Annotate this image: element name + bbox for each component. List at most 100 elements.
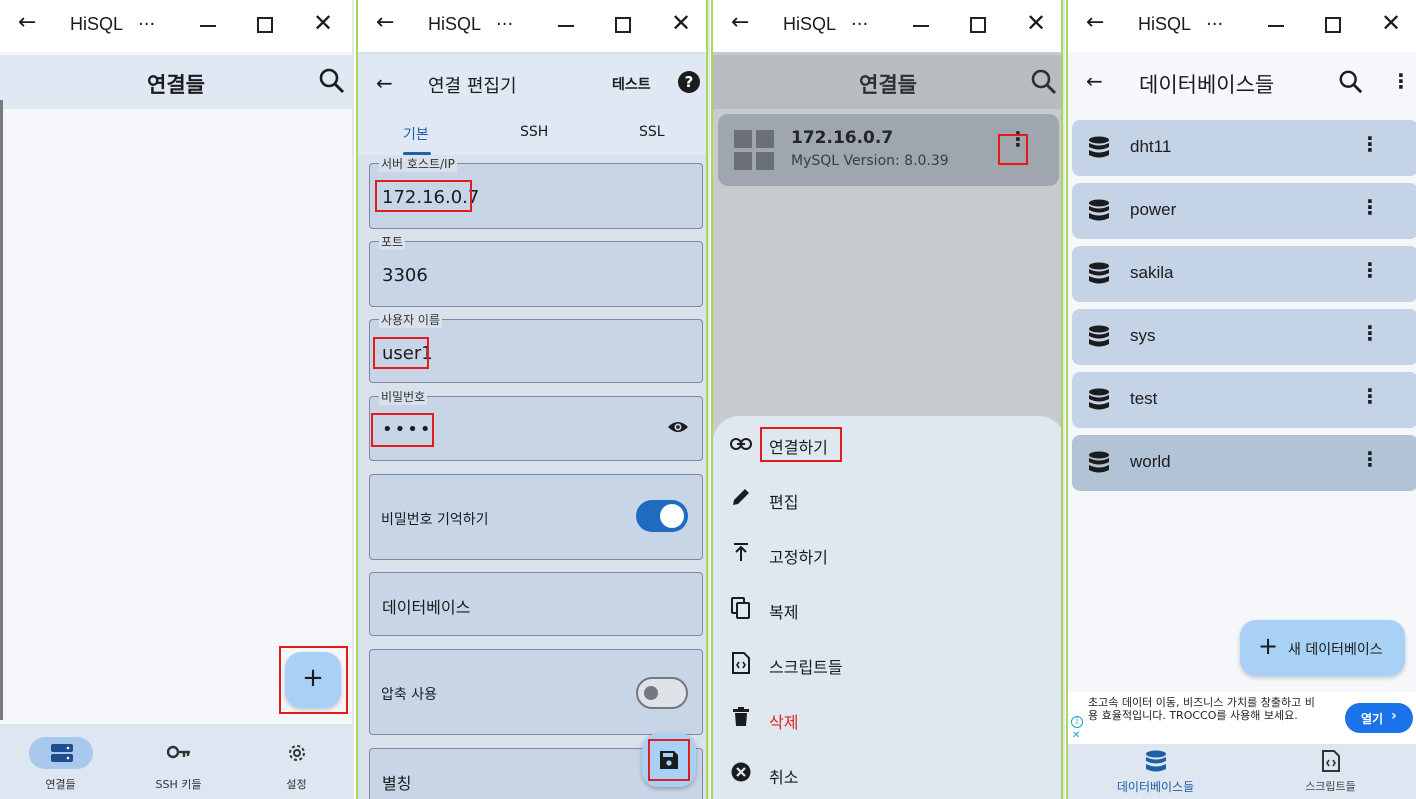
tab-ssl[interactable]: SSL <box>639 124 665 140</box>
port-field[interactable]: 포트 3306 <box>369 233 703 307</box>
help-icon[interactable]: ? <box>678 71 700 93</box>
database-name: test <box>1130 389 1158 408</box>
bottom-navigation: 연결들 SSH 키들 설정 <box>0 724 352 799</box>
database-item[interactable]: test ⋮ <box>1072 372 1416 428</box>
menu-item-delete[interactable]: 삭제 <box>713 693 1061 748</box>
close-icon[interactable]: ✕ <box>1026 9 1046 37</box>
back-icon[interactable]: ← <box>18 10 36 35</box>
database-icon <box>1145 750 1167 778</box>
close-icon[interactable]: ✕ <box>1381 9 1401 37</box>
compression-row: 압축 사용 <box>369 649 703 735</box>
remember-password-toggle[interactable] <box>636 500 688 532</box>
nav-item-ssh-keys[interactable]: SSH 키들 <box>120 724 237 799</box>
more-vert-icon[interactable]: ⋮ <box>1360 447 1380 471</box>
menu-item-cancel[interactable]: 취소 <box>713 748 1061 799</box>
database-label: 데이터베이스 <box>382 598 471 617</box>
field-label: 비밀번호 <box>379 388 428 405</box>
window-titlebar: ← HiSQL ··· ✕ <box>1068 0 1416 52</box>
menu-item-duplicate[interactable]: 복제 <box>713 583 1061 638</box>
more-icon[interactable]: ··· <box>851 14 868 35</box>
nav-item-connections[interactable]: 연결들 <box>2 724 119 799</box>
more-vert-icon[interactable]: ⋮ <box>1360 258 1380 282</box>
minimize-icon[interactable] <box>200 25 216 27</box>
info-icon[interactable]: i <box>1071 716 1083 728</box>
field-label: 서버 호스트/IP <box>379 155 457 172</box>
minimize-icon[interactable] <box>913 25 929 27</box>
fab-label: 새 데이터베이스 <box>1288 642 1383 658</box>
back-icon[interactable]: ← <box>1086 10 1104 35</box>
more-vert-icon[interactable]: ⋮ <box>1360 132 1380 156</box>
minimize-icon[interactable] <box>1268 25 1284 27</box>
database-item[interactable]: world ⋮ <box>1072 435 1416 491</box>
close-icon[interactable]: ✕ <box>313 9 333 37</box>
more-vert-icon[interactable]: ⋮ <box>1391 69 1411 93</box>
nav-item-settings[interactable]: 설정 <box>238 724 352 799</box>
gear-icon <box>286 742 308 768</box>
search-icon[interactable] <box>318 67 346 99</box>
maximize-icon[interactable] <box>615 17 631 33</box>
highlight-box <box>373 337 429 369</box>
maximize-icon[interactable] <box>970 17 986 33</box>
ad-close-icon[interactable]: ✕ <box>1072 730 1080 741</box>
window-title: HiSQL <box>428 14 482 34</box>
highlight-box <box>279 646 348 714</box>
maximize-icon[interactable] <box>257 17 273 33</box>
page-title: 연결들 <box>859 73 917 97</box>
database-item[interactable]: dht11 ⋮ <box>1072 120 1416 176</box>
menu-item-scripts[interactable]: 스크립트들 <box>713 638 1061 693</box>
page-title: 연결들 <box>147 73 205 97</box>
window-title: HiSQL <box>70 14 124 34</box>
copy-icon <box>729 597 753 621</box>
divider <box>708 0 710 799</box>
nav-item-scripts[interactable]: 스크립트들 <box>1243 744 1416 799</box>
database-field[interactable]: 데이터베이스 <box>369 572 703 636</box>
pencil-icon <box>729 487 753 511</box>
maximize-icon[interactable] <box>1325 17 1341 33</box>
nav-label: 스크립트들 <box>1305 780 1356 793</box>
back-icon[interactable]: ← <box>376 10 394 35</box>
more-icon[interactable]: ··· <box>496 14 513 35</box>
search-icon[interactable] <box>1030 68 1058 100</box>
more-vert-icon[interactable]: ⋮ <box>1360 321 1380 345</box>
eye-icon[interactable] <box>667 419 689 439</box>
ad-open-button[interactable]: 열기 › <box>1345 703 1413 733</box>
toggle-knob <box>660 504 684 528</box>
database-icon <box>1088 388 1110 416</box>
new-database-fab[interactable]: + 새 데이터베이스 <box>1240 620 1405 676</box>
menu-label-delete: 삭제 <box>769 713 799 732</box>
more-icon[interactable]: ··· <box>1206 14 1223 35</box>
database-name: dht11 <box>1130 137 1172 156</box>
database-name: sys <box>1130 326 1156 345</box>
menu-item-edit[interactable]: 편집 <box>713 473 1061 528</box>
menu-item-pin[interactable]: 고정하기 <box>713 528 1061 583</box>
search-icon[interactable] <box>1338 69 1364 99</box>
database-item[interactable]: power ⋮ <box>1072 183 1416 239</box>
script-file-icon <box>1322 750 1340 776</box>
back-arrow-icon[interactable]: ← <box>376 71 393 95</box>
window-titlebar: ← HiSQL ··· ✕ <box>713 0 1061 52</box>
database-item[interactable]: sakila ⋮ <box>1072 246 1416 302</box>
highlight-box <box>648 739 690 781</box>
menu-label: 스크립트들 <box>769 658 843 677</box>
minimize-icon[interactable] <box>558 25 574 27</box>
database-name: sakila <box>1130 263 1174 282</box>
more-vert-icon[interactable]: ⋮ <box>1360 195 1380 219</box>
database-item[interactable]: sys ⋮ <box>1072 309 1416 365</box>
database-icon <box>1088 451 1110 479</box>
back-icon[interactable]: ← <box>731 10 749 35</box>
tab-ssh[interactable]: SSH <box>520 124 548 140</box>
port-value: 3306 <box>382 265 428 286</box>
link-icon <box>729 432 753 456</box>
database-icon <box>1088 136 1110 164</box>
bottom-navigation: 데이터베이스들 스크립트들 <box>1068 744 1416 799</box>
database-name: world <box>1130 452 1171 471</box>
more-vert-icon[interactable]: ⋮ <box>1360 384 1380 408</box>
more-icon[interactable]: ··· <box>138 14 155 35</box>
server-icon <box>50 743 74 767</box>
test-button[interactable]: 테스트 <box>612 74 651 94</box>
back-arrow-icon[interactable]: ← <box>1086 69 1103 93</box>
tab-basic[interactable]: 기본 <box>403 124 429 144</box>
close-icon[interactable]: ✕ <box>671 9 691 37</box>
nav-item-databases[interactable]: 데이터베이스들 <box>1068 744 1243 799</box>
compression-toggle[interactable] <box>636 677 688 709</box>
